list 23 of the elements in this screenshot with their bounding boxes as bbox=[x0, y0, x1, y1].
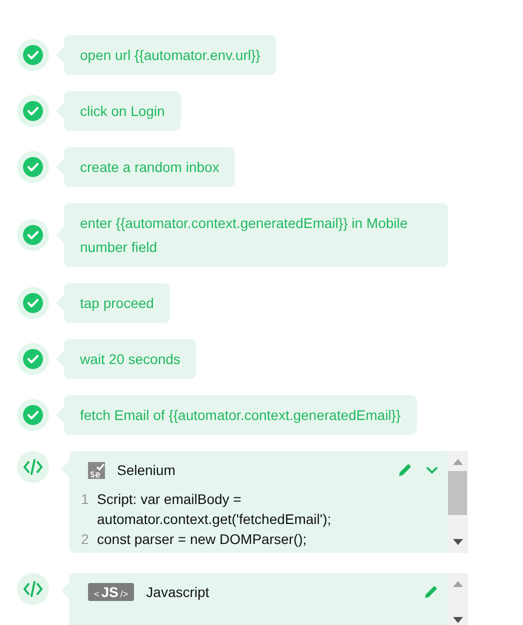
javascript-badge: <JS/> bbox=[88, 583, 134, 601]
line-number: 1 bbox=[81, 490, 90, 509]
scroll-up-icon[interactable] bbox=[452, 459, 462, 465]
code-icon bbox=[17, 573, 49, 605]
step-text: open url {{automator.env.url}} bbox=[56, 35, 276, 75]
scrollbar[interactable] bbox=[447, 451, 468, 553]
code-icon bbox=[17, 451, 49, 483]
step-text: enter {{automator.context.generatedEmail}} in Mobile number field bbox=[56, 203, 448, 267]
scrollbar[interactable] bbox=[447, 573, 468, 625]
scroll-down-icon[interactable] bbox=[452, 539, 462, 545]
step-text: wait 20 seconds bbox=[56, 339, 196, 379]
code-line: const parser = new DOMParser(); bbox=[97, 530, 308, 549]
scroll-up-icon[interactable] bbox=[452, 581, 462, 587]
step-text: create a random inbox bbox=[56, 147, 236, 187]
script-title: Javascript bbox=[146, 584, 210, 600]
selenium-icon bbox=[88, 462, 105, 478]
line-number: 2 bbox=[81, 530, 90, 549]
script-title: Selenium bbox=[117, 462, 176, 478]
scroll-down-icon[interactable] bbox=[452, 617, 462, 623]
step-text: click on Login bbox=[56, 91, 181, 131]
code-line: Script: var emailBody = automator.context.get('fetchedEmail'); bbox=[97, 490, 332, 529]
step-text: tap proceed bbox=[56, 283, 170, 323]
step-text: fetch Email of {{automator.context.generatedEmail}} bbox=[56, 395, 417, 435]
